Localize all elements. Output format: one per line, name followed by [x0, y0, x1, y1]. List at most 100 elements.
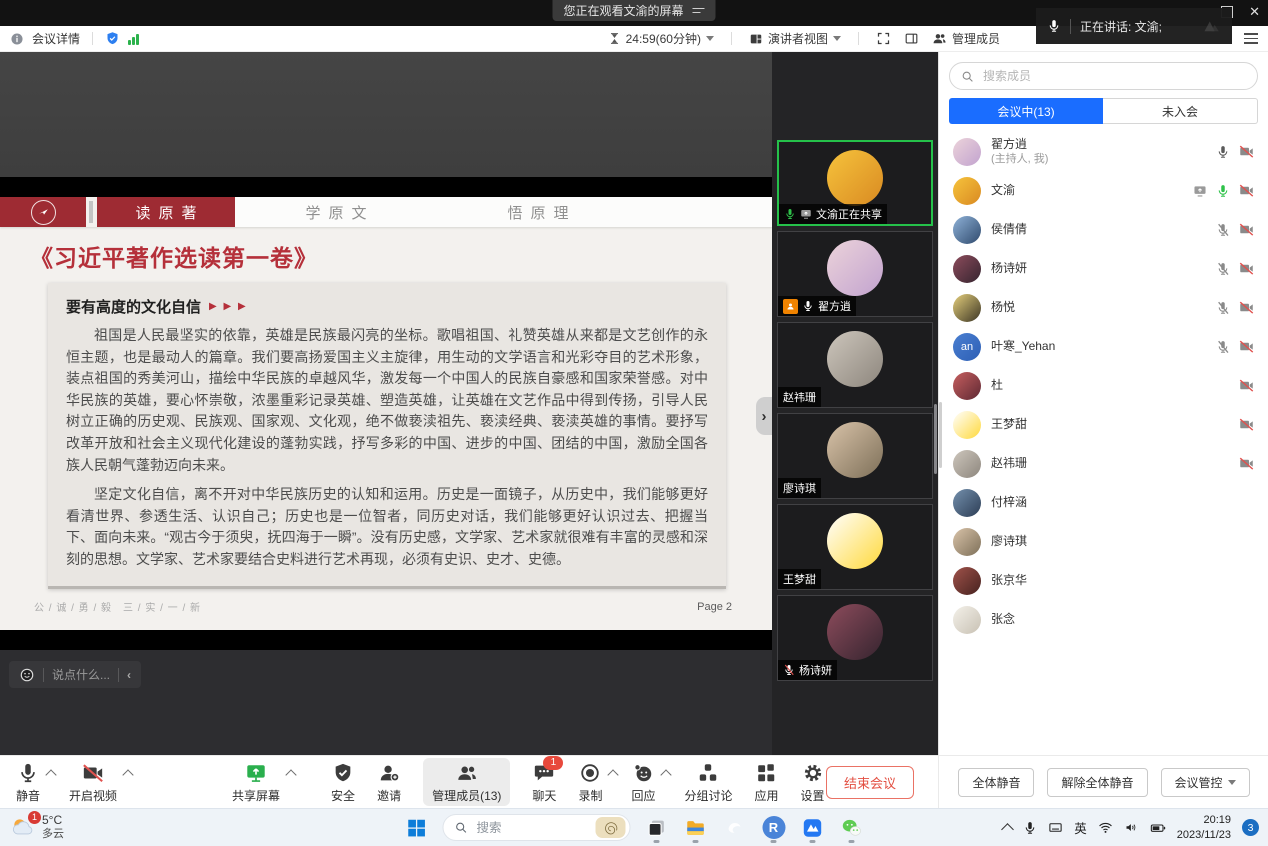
close-window-icon[interactable]: ✕ — [1249, 5, 1260, 18]
participant-row[interactable]: 杜 — [939, 366, 1268, 405]
camera-off-icon[interactable] — [1239, 222, 1254, 237]
chat-input-placeholder[interactable]: 说点什么... — [52, 666, 110, 683]
video-tile[interactable]: 杨诗妍 — [777, 595, 933, 681]
participant-row[interactable]: 杨诗妍 — [939, 249, 1268, 288]
start-button[interactable] — [404, 813, 430, 843]
wechat-app[interactable] — [839, 813, 865, 843]
participant-row[interactable]: 张京华 — [939, 561, 1268, 600]
chat-button[interactable]: 1 聊天 — [532, 761, 556, 804]
mute-button[interactable]: 静音 — [16, 761, 40, 804]
notification-count-badge[interactable]: 3 — [1242, 819, 1259, 836]
task-view-app[interactable] — [644, 813, 670, 843]
record-button[interactable]: 录制 — [578, 761, 602, 804]
participant-row[interactable]: 赵祎珊 — [939, 444, 1268, 483]
mic-icon[interactable] — [1216, 145, 1230, 159]
info-icon[interactable] — [10, 32, 24, 46]
invite-button[interactable]: 邀请 — [377, 761, 401, 804]
shield-check-icon[interactable] — [105, 31, 120, 46]
network-signal-icon[interactable] — [128, 33, 139, 45]
battery-icon[interactable] — [1150, 820, 1166, 836]
unmute-all-button[interactable]: 解除全体静音 — [1047, 768, 1147, 797]
camera-off-icon[interactable] — [1239, 339, 1254, 354]
side-panel-icon[interactable] — [904, 31, 919, 46]
viewing-screen-banner[interactable]: 您正在观看文渝的屏幕 — [552, 0, 715, 21]
video-tile[interactable]: 廖诗琪 — [777, 413, 933, 499]
chat-collapse-icon[interactable]: ‹ — [127, 668, 131, 682]
mic-muted-icon[interactable] — [1216, 223, 1230, 237]
video-tile[interactable]: 文渝正在共享 — [777, 140, 933, 226]
camera-off-icon[interactable] — [1239, 183, 1254, 198]
quick-chat-bar[interactable]: 说点什么... ‹ — [9, 661, 141, 688]
timer-dropdown-icon[interactable] — [706, 36, 714, 41]
participant-row[interactable]: 张念 — [939, 600, 1268, 639]
participant-row[interactable]: 杨悦 — [939, 288, 1268, 327]
wifi-icon[interactable] — [1098, 820, 1113, 835]
share-options-caret[interactable] — [285, 769, 296, 780]
manage-members-button[interactable]: 管理成员(13) — [423, 758, 510, 806]
participant-row[interactable]: an 叶寒_Yehan — [939, 327, 1268, 366]
start-video-button[interactable]: 开启视频 — [69, 761, 117, 804]
participant-row[interactable]: 廖诗琪 — [939, 522, 1268, 561]
camera-off-icon[interactable] — [1239, 300, 1254, 315]
taskbar-clock[interactable]: 20:19 2023/11/23 — [1177, 813, 1231, 842]
taskbar-search-box[interactable] — [443, 814, 631, 841]
mute-all-button[interactable]: 全体静音 — [958, 768, 1034, 797]
share-screen-button[interactable]: 共享屏幕 — [232, 761, 280, 804]
breakout-rooms-button[interactable]: 分组讨论 — [684, 761, 732, 804]
expand-video-strip-handle[interactable]: › — [756, 397, 772, 435]
participant-row[interactable]: 侯倩倩 — [939, 210, 1268, 249]
video-strip-scrollbar[interactable] — [934, 404, 937, 474]
participant-row[interactable]: 文渝 — [939, 171, 1268, 210]
video-tile[interactable]: 王梦甜 — [777, 504, 933, 590]
video-options-caret[interactable] — [122, 769, 133, 780]
meeting-app[interactable] — [800, 813, 826, 843]
video-tile[interactable]: 翟方逍 — [777, 231, 933, 317]
mic-muted-icon[interactable] — [1216, 262, 1230, 276]
member-search-input[interactable] — [981, 68, 1246, 84]
security-button[interactable]: 安全 — [331, 761, 355, 804]
view-mode-selector[interactable]: 演讲者视图 — [749, 30, 841, 47]
camera-off-icon[interactable] — [1239, 261, 1254, 276]
meeting-timer[interactable]: 24:59(60分钟) — [608, 30, 714, 47]
banner-lines-icon[interactable] — [693, 5, 705, 16]
camera-off-icon[interactable] — [1239, 417, 1254, 432]
settings-button[interactable]: 设置 — [801, 761, 825, 804]
tray-expand-icon[interactable] — [1001, 823, 1014, 836]
participant-list-scrollbar[interactable] — [939, 402, 942, 468]
participant-row[interactable]: 付梓涵 — [939, 483, 1268, 522]
r-app[interactable]: R — [761, 813, 787, 843]
tray-mic-icon[interactable] — [1023, 821, 1037, 835]
screen-share-icon[interactable] — [1193, 184, 1207, 198]
view-dropdown-icon[interactable] — [833, 36, 841, 41]
camera-off-icon[interactable] — [1239, 456, 1254, 471]
manage-members-menu[interactable]: 管理成员 — [932, 30, 1000, 47]
member-search-box[interactable] — [949, 62, 1258, 90]
taskbar-search-input[interactable] — [475, 820, 589, 836]
file-explorer-app[interactable] — [683, 813, 709, 843]
volume-icon[interactable] — [1124, 820, 1139, 835]
search-highlight-thumbnail[interactable] — [596, 817, 626, 838]
meeting-details-link[interactable]: 会议详情 — [32, 30, 80, 47]
record-options-caret[interactable] — [608, 769, 619, 780]
mute-options-caret[interactable] — [45, 769, 56, 780]
end-meeting-button[interactable]: 结束会议 — [826, 766, 914, 799]
emoji-icon[interactable] — [19, 667, 35, 683]
video-tile[interactable]: 赵祎珊 — [777, 322, 933, 408]
participant-row[interactable]: 翟方逍 (主持人, 我) — [939, 132, 1268, 171]
tab-not-joined[interactable]: 未入会 — [1103, 98, 1258, 124]
panel-menu-icon[interactable] — [1244, 31, 1258, 47]
camera-off-icon[interactable] — [1239, 378, 1254, 393]
weather-widget[interactable]: 1 5°C 多云 — [0, 813, 64, 842]
camera-off-icon[interactable] — [1239, 144, 1254, 159]
apps-button[interactable]: 应用 — [754, 761, 778, 804]
tab-in-meeting[interactable]: 会议中(13) — [949, 98, 1103, 124]
participant-row[interactable]: 王梦甜 — [939, 405, 1268, 444]
touch-keyboard-icon[interactable] — [1048, 820, 1063, 835]
ime-indicator[interactable]: 英 — [1074, 818, 1087, 837]
fullscreen-icon[interactable] — [876, 31, 891, 46]
mic-muted-icon[interactable] — [1216, 301, 1230, 315]
reactions-button[interactable]: 回应 — [631, 761, 655, 804]
mic-active-icon[interactable] — [1216, 184, 1230, 198]
mic-muted-icon[interactable] — [1216, 340, 1230, 354]
edge-browser-app[interactable] — [722, 813, 748, 843]
